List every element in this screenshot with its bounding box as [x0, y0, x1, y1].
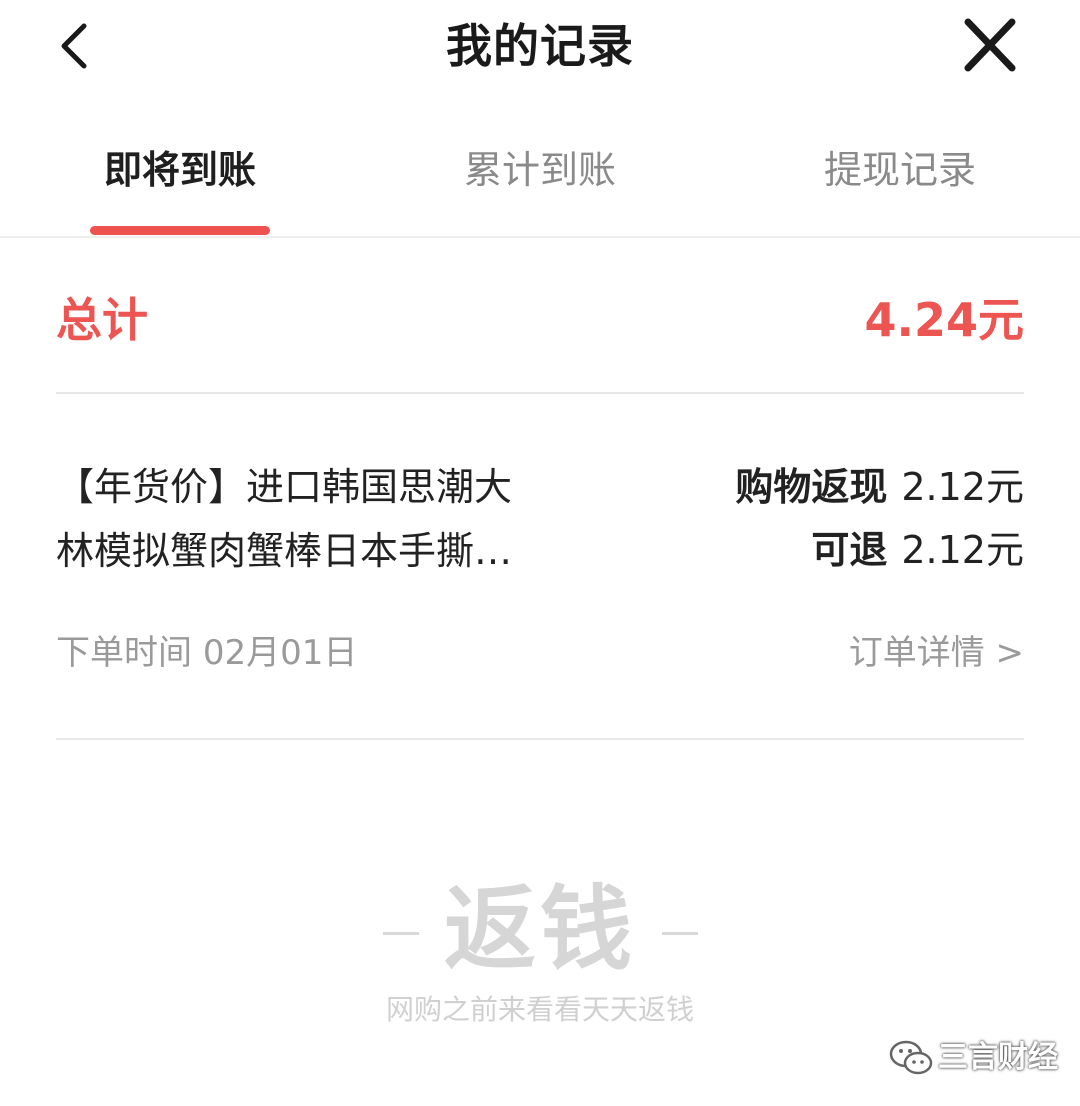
header-bar: 我的记录: [0, 0, 1080, 95]
total-value: 4.24元: [864, 293, 1025, 347]
active-tab-indicator: [90, 226, 270, 235]
cashback-label: 购物返现: [735, 465, 888, 509]
divider: [56, 738, 1024, 740]
brand-logo: 返钱: [443, 876, 636, 983]
tab-withdrawal-records[interactable]: 提现记录: [780, 142, 1020, 198]
tab-accumulated[interactable]: 累计到账: [420, 142, 660, 198]
order-detail-link[interactable]: 订单详情 >: [849, 624, 1024, 682]
brand-slogan: 网购之前来看看天天返钱: [385, 993, 694, 1026]
cashback-row: 购物返现 2.12元: [735, 455, 1024, 519]
order-time-label: 下单时间: [56, 633, 192, 673]
watermark-text: 三言财经: [938, 1040, 1058, 1075]
cashback-value: 2.12元: [901, 465, 1024, 509]
product-name[interactable]: 【年货价】进口韩国思潮大 林模拟蟹肉蟹棒日本手撕…: [56, 455, 636, 583]
tab-bar: 即将到账 累计到账 提现记录: [0, 130, 1080, 238]
close-icon: [964, 18, 1016, 72]
order-time-value: 02月01日: [202, 633, 358, 673]
page-title: 我的记录: [446, 19, 634, 73]
page: 我的记录 即将到账 累计到账 提现记录 总计 4.24元 【年货价】进口韩国思潮…: [0, 0, 1080, 1106]
refundable-row: 可退 2.12元: [811, 518, 1024, 582]
order-time: 下单时间 02月01日: [56, 624, 357, 682]
refundable-label: 可退: [811, 528, 888, 572]
brand-dash-right: [662, 932, 698, 935]
refundable-value: 2.12元: [901, 528, 1024, 572]
total-label: 总计: [56, 293, 148, 347]
close-button[interactable]: [958, 16, 1022, 76]
wechat-icon: [889, 1040, 933, 1075]
tab-pending[interactable]: 即将到账: [60, 142, 300, 198]
divider: [56, 392, 1024, 394]
